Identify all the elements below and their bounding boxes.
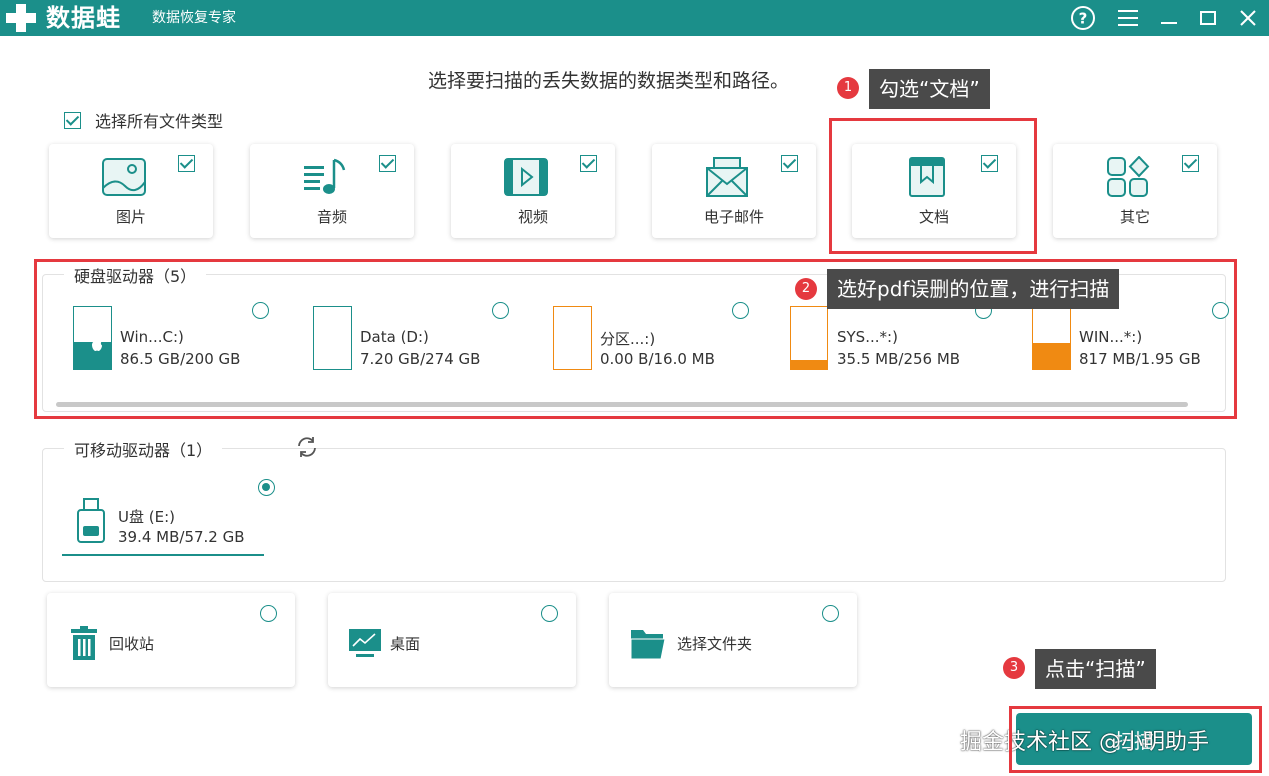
checkbox-checked-icon[interactable] — [379, 155, 396, 172]
music-icon — [304, 158, 346, 194]
annotation-callout: 勾选“文档” — [869, 69, 990, 109]
checkbox-checked-icon[interactable] — [1182, 155, 1199, 172]
maximize-button[interactable] — [1194, 4, 1222, 32]
menu-icon — [1118, 10, 1138, 26]
annotation-callout: 点击“扫描” — [1035, 649, 1156, 689]
app-subtitle: 数据恢复专家 — [152, 10, 236, 26]
file-type-card-image[interactable]: 图片 — [49, 144, 213, 238]
title-bar: 数据蛙 数据恢复专家 ? — [0, 0, 1269, 36]
file-type-label: 其它 — [1119, 208, 1150, 226]
minimize-icon — [1161, 22, 1177, 24]
minimize-button[interactable] — [1155, 4, 1183, 32]
file-type-card-email[interactable]: 电子邮件 — [652, 144, 816, 238]
image-icon — [102, 158, 146, 196]
close-button[interactable] — [1234, 4, 1262, 32]
logo-cross-icon — [6, 4, 36, 32]
file-type-label: 图片 — [115, 208, 146, 226]
location-radio[interactable] — [822, 605, 839, 622]
drive-name: U盘 (E:) — [118, 508, 175, 526]
removable-drive-item-e[interactable]: U盘 (E:) 39.4 MB/57.2 GB — [62, 496, 264, 556]
location-card-recycle-bin[interactable]: 回收站 — [47, 593, 295, 687]
drive-size: 39.4 MB/57.2 GB — [118, 528, 245, 546]
location-label: 回收站 — [109, 635, 155, 653]
select-all-label: 选择所有文件类型 — [95, 112, 224, 131]
checkbox-checked-icon — [64, 111, 81, 129]
file-type-label: 音频 — [316, 208, 347, 226]
maximize-icon — [1200, 11, 1216, 25]
annotation-highlight-scan — [1009, 706, 1262, 773]
file-type-card-other[interactable]: 其它 — [1053, 144, 1217, 238]
removable-drive-group-title: 可移动驱动器（1） — [64, 437, 223, 461]
location-label: 桌面 — [390, 635, 421, 653]
drive-radio-e[interactable] — [258, 479, 275, 496]
email-icon — [706, 157, 748, 197]
select-all-checkbox[interactable]: 选择所有文件类型 — [64, 108, 223, 132]
file-type-card-video[interactable]: 视频 — [451, 144, 615, 238]
video-icon — [504, 158, 548, 196]
annotation-number: 3 — [1003, 657, 1025, 679]
close-icon — [1240, 10, 1256, 26]
checkbox-checked-icon[interactable] — [178, 155, 195, 172]
menu-button[interactable] — [1114, 4, 1142, 32]
location-radio[interactable] — [541, 605, 558, 622]
svg-text:?: ? — [1079, 10, 1088, 28]
recycle-bin-icon — [71, 626, 97, 660]
annotation-callout: 选好pdf误删的位置，进行扫描 — [827, 269, 1120, 309]
annotation-highlight-document — [829, 118, 1037, 254]
help-button[interactable]: ? — [1069, 4, 1097, 32]
file-type-label: 电子邮件 — [703, 208, 764, 226]
refresh-icon[interactable] — [294, 434, 320, 460]
other-icon — [1107, 156, 1150, 197]
location-card-folder[interactable]: 选择文件夹 — [609, 593, 857, 687]
usb-drive-icon — [77, 498, 105, 543]
folder-icon — [630, 630, 666, 660]
location-radio[interactable] — [260, 605, 277, 622]
annotation-number: 2 — [795, 278, 817, 300]
file-type-label: 视频 — [517, 208, 548, 226]
location-card-desktop[interactable]: 桌面 — [328, 593, 576, 687]
instruction-text: 选择要扫描的丢失数据的数据类型和路径。 — [428, 70, 790, 92]
annotation-number: 1 — [837, 77, 859, 99]
app-logo-text: 数据蛙 — [46, 4, 121, 32]
checkbox-checked-icon[interactable] — [580, 155, 597, 172]
checkbox-checked-icon[interactable] — [781, 155, 798, 172]
file-type-card-audio[interactable]: 音频 — [250, 144, 414, 238]
help-icon: ? — [1071, 6, 1095, 30]
desktop-icon — [349, 629, 381, 657]
location-label: 选择文件夹 — [677, 635, 753, 653]
